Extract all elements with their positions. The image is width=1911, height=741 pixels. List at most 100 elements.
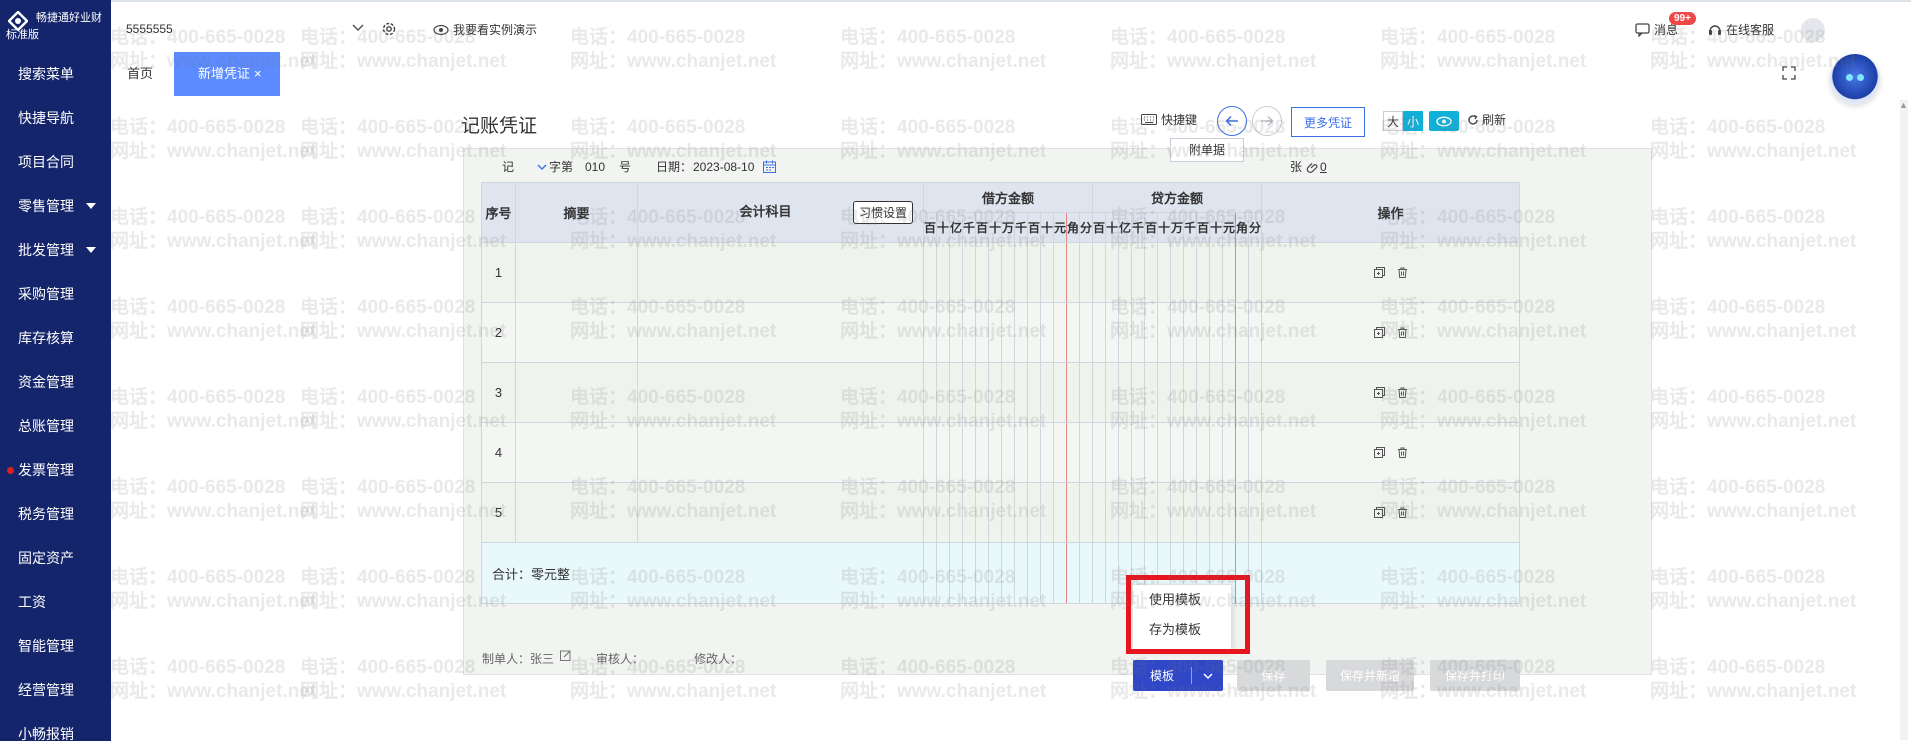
debit-digit-cell[interactable] xyxy=(1014,242,1028,303)
debit-digit-cell[interactable] xyxy=(1079,482,1093,543)
debit-digit-cell[interactable] xyxy=(1079,302,1093,363)
credit-digit-cell[interactable] xyxy=(1131,482,1145,543)
chevron-down-icon[interactable] xyxy=(1192,670,1223,682)
debit-digit-cell[interactable] xyxy=(1027,362,1041,423)
credit-digit-cell[interactable] xyxy=(1248,302,1262,363)
debit-digit-cell[interactable] xyxy=(1001,362,1015,423)
debit-digit-cell[interactable] xyxy=(975,482,989,543)
sidebar-item[interactable]: 采购管理 xyxy=(0,272,111,316)
credit-digit-cell[interactable] xyxy=(1196,302,1210,363)
debit-digit-cell[interactable] xyxy=(988,302,1002,363)
save-button[interactable]: 保存 xyxy=(1237,660,1310,691)
copy-icon[interactable] xyxy=(1373,387,1385,398)
copy-icon[interactable] xyxy=(1373,327,1385,338)
debit-digit-cell[interactable] xyxy=(1079,422,1093,483)
debit-digit-cell[interactable] xyxy=(1040,422,1054,483)
credit-digit-cell[interactable] xyxy=(1105,242,1119,303)
debit-digit-cell[interactable] xyxy=(988,482,1002,543)
sidebar-item[interactable]: 零售管理 xyxy=(0,184,111,228)
debit-digit-cell[interactable] xyxy=(1079,362,1093,423)
credit-digit-cell[interactable] xyxy=(1222,362,1236,423)
credit-digit-cell[interactable] xyxy=(1183,482,1197,543)
credit-digit-cell[interactable] xyxy=(1209,242,1223,303)
debit-digit-cell[interactable] xyxy=(949,482,963,543)
debit-digit-cell[interactable] xyxy=(975,302,989,363)
trash-icon[interactable] xyxy=(1397,387,1408,398)
sidebar-item[interactable]: 资金管理 xyxy=(0,360,111,404)
size-large-button[interactable]: 大 xyxy=(1383,111,1403,131)
tab-new-voucher[interactable]: 新增凭证 × xyxy=(174,52,280,96)
fullscreen-icon[interactable] xyxy=(1782,66,1796,80)
debit-digit-cell[interactable] xyxy=(936,242,950,303)
debit-digit-cell[interactable] xyxy=(1040,302,1054,363)
sidebar-item[interactable]: 项目合同 xyxy=(0,140,111,184)
trash-icon[interactable] xyxy=(1397,447,1408,458)
tab-home[interactable]: 首页 xyxy=(127,52,153,96)
account-cell[interactable] xyxy=(637,242,924,303)
debit-digit-cell[interactable] xyxy=(1053,302,1067,363)
debit-digit-cell[interactable] xyxy=(1014,362,1028,423)
credit-digit-cell[interactable] xyxy=(1144,302,1158,363)
scrollbar[interactable] xyxy=(1900,100,1908,740)
credit-digit-cell[interactable] xyxy=(1118,242,1132,303)
debit-digit-cell[interactable] xyxy=(1040,482,1054,543)
credit-digit-cell[interactable] xyxy=(1105,482,1119,543)
attachment-icon[interactable] xyxy=(1306,161,1318,173)
scroll-up-arrow[interactable]: ▲ xyxy=(1899,100,1908,110)
debit-digit-cell[interactable] xyxy=(1040,242,1054,303)
chevron-down-icon[interactable] xyxy=(536,161,548,173)
credit-digit-cell[interactable] xyxy=(1131,362,1145,423)
debit-digit-cell[interactable] xyxy=(1001,242,1015,303)
debit-digit-cell[interactable] xyxy=(975,422,989,483)
summary-cell[interactable] xyxy=(515,302,638,363)
debit-digit-cell[interactable] xyxy=(1066,482,1080,543)
credit-digit-cell[interactable] xyxy=(1235,422,1249,483)
more-vouchers-button[interactable]: 更多凭证 xyxy=(1291,107,1365,137)
debit-digit-cell[interactable] xyxy=(1001,482,1015,543)
credit-digit-cell[interactable] xyxy=(1157,422,1171,483)
template-button[interactable]: 模板 xyxy=(1133,660,1223,691)
credit-digit-cell[interactable] xyxy=(1183,242,1197,303)
credit-digit-cell[interactable] xyxy=(1222,302,1236,363)
debit-digit-cell[interactable] xyxy=(1040,362,1054,423)
debit-digit-cell[interactable] xyxy=(923,422,937,483)
credit-digit-cell[interactable] xyxy=(1170,362,1184,423)
brand-logo[interactable]: 畅捷通好业财 标准版 xyxy=(0,0,111,52)
sidebar-item[interactable]: 快捷导航 xyxy=(0,96,111,140)
debit-digit-cell[interactable] xyxy=(923,302,937,363)
debit-digit-cell[interactable] xyxy=(1066,422,1080,483)
credit-digit-cell[interactable] xyxy=(1196,422,1210,483)
sidebar-item[interactable]: 搜索菜单 xyxy=(0,52,111,96)
refresh-button[interactable]: 刷新 xyxy=(1467,111,1506,128)
sidebar-item[interactable]: 税务管理 xyxy=(0,492,111,536)
summary-cell[interactable] xyxy=(515,482,638,543)
debit-digit-cell[interactable] xyxy=(949,362,963,423)
debit-digit-cell[interactable] xyxy=(936,422,950,483)
debit-digit-cell[interactable] xyxy=(936,302,950,363)
copy-icon[interactable] xyxy=(1373,507,1385,518)
credit-digit-cell[interactable] xyxy=(1170,422,1184,483)
credit-digit-cell[interactable] xyxy=(1170,302,1184,363)
copy-icon[interactable] xyxy=(1373,267,1385,278)
credit-digit-cell[interactable] xyxy=(1209,482,1223,543)
debit-digit-cell[interactable] xyxy=(923,362,937,423)
credit-digit-cell[interactable] xyxy=(1118,482,1132,543)
account-cell[interactable] xyxy=(637,302,924,363)
sidebar-item[interactable]: 智能管理 xyxy=(0,624,111,668)
account-cell[interactable] xyxy=(637,362,924,423)
debit-digit-cell[interactable] xyxy=(1053,422,1067,483)
credit-digit-cell[interactable] xyxy=(1248,422,1262,483)
save-and-print-button[interactable]: 保存并打印 xyxy=(1430,660,1520,691)
debit-digit-cell[interactable] xyxy=(988,422,1002,483)
debit-digit-cell[interactable] xyxy=(1014,422,1028,483)
sidebar-item[interactable]: 总账管理 xyxy=(0,404,111,448)
debit-digit-cell[interactable] xyxy=(962,422,976,483)
sidebar-item[interactable]: 工资 xyxy=(0,580,111,624)
credit-digit-cell[interactable] xyxy=(1235,242,1249,303)
credit-digit-cell[interactable] xyxy=(1118,302,1132,363)
attachment-count[interactable]: 0 xyxy=(1320,149,1327,185)
credit-digit-cell[interactable] xyxy=(1222,242,1236,303)
assistant-robot-icon[interactable] xyxy=(1830,54,1880,104)
trash-icon[interactable] xyxy=(1397,327,1408,338)
debit-digit-cell[interactable] xyxy=(1066,302,1080,363)
